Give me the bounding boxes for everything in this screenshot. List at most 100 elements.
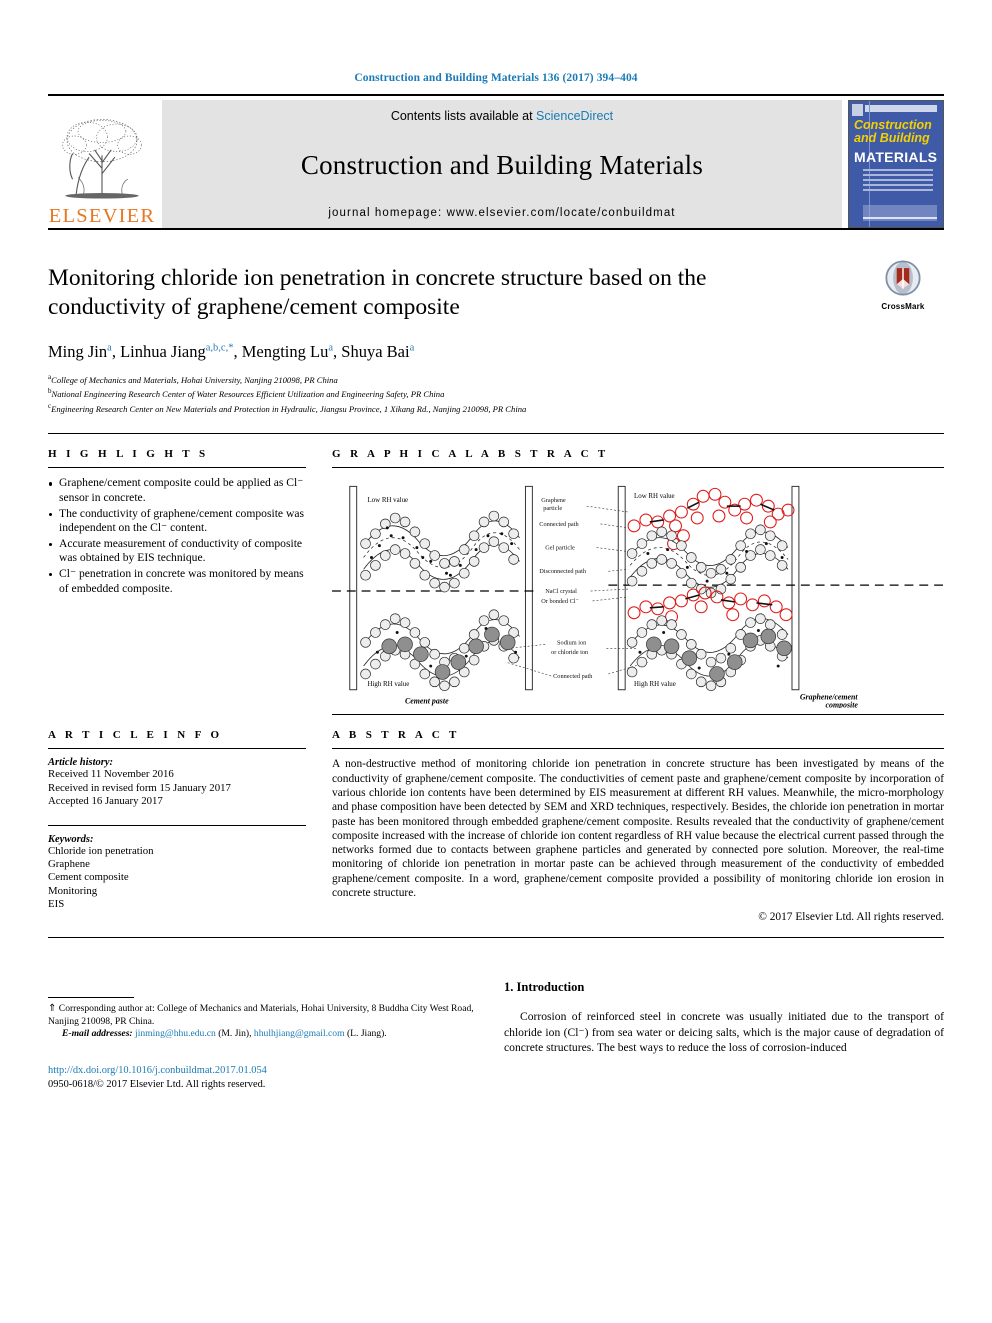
keyword-item: EIS [48,898,65,911]
keywords-label: Keywords: [48,833,94,845]
affiliation-item: aCollege of Mechanics and Materials, Hoh… [48,372,944,386]
keyword-item: Graphene [48,857,90,870]
graphical-abstract-diagram: Low RH value High RH value Cement paste … [332,486,944,708]
sciencedirect-link[interactable]: ScienceDirect [536,109,613,123]
introduction-column: 1. Introduction Corrosion of reinforced … [504,938,944,1118]
abstract-column: A B S T R A C T A non-destructive method… [332,715,944,923]
ga-right-top-cluster: Low RH value [626,488,795,599]
author-item: Shuya Baia [341,342,414,361]
ga-label-high-rh-left: High RH value [368,681,410,688]
article-info-column: A R T I C L E I N F O Article history: R… [48,715,306,923]
crossmark-badge-group[interactable]: CrossMark [862,260,944,311]
abstract-body: A non-destructive method of monitoring c… [332,757,944,923]
author-affil-marker: a,b,c,* [205,342,234,354]
ga-label-low-rh-left: Low RH value [368,498,409,505]
paper-page: Construction and Building Materials 136 … [0,0,992,1323]
journal-homepage[interactable]: journal homepage: www.elsevier.com/locat… [328,207,675,219]
author-affil-marker: a [328,342,334,354]
highlights-heading: H I G H L I G H T S [48,448,209,461]
elsevier-logo: ELSEVIER [48,100,156,228]
running-head: Construction and Building Materials 136 … [354,72,638,84]
abstract-copyright: © 2017 Elsevier Ltd. All rights reserved… [758,911,944,924]
graphical-abstract-heading: G R A P H I C A L A B S T R A C T [332,448,609,461]
article-history-item: Received 11 November 2016 [48,768,174,781]
page-title: Monitoring chloride ion penetration in c… [48,265,707,320]
email-person-1: (M. Jin), [215,1027,254,1039]
article-history-label: Article history: [48,757,114,769]
contents-line: Contents lists available at ScienceDirec… [391,109,613,123]
crossmark-label: CrossMark [881,302,925,311]
cover-footer-rule [863,217,937,219]
ga-caption-right-2: composite [826,701,859,708]
crossmark-icon[interactable] [885,260,921,296]
cover-blurb-lines [863,169,933,199]
svg-text:NaCl crystal: NaCl crystal [545,588,577,595]
abstract-text: A non-destructive method of monitoring c… [332,758,944,900]
svg-text:Sodium ion: Sodium ion [557,640,587,647]
ga-legend-group: Graphene particle Connected path Gel par… [539,498,593,681]
email-note: E-mail addresses: jinming@hhu.edu.cn (M.… [48,1028,478,1040]
author-name: Linhua Jiang [120,342,206,361]
author-name: Mengting Lu [241,342,329,361]
footnote-block: ⇑ Corresponding author at: College of Me… [48,997,478,1090]
keyword-item: Monitoring [48,884,98,897]
bottom-columns: ⇑ Corresponding author at: College of Me… [48,938,944,1118]
email-addresses-label: E-mail addresses: [62,1027,133,1039]
masthead-bottom-rule [48,228,944,230]
author-list: Ming Jina, Linhua Jianga,b,c,*, Mengting… [48,342,415,361]
elsevier-wordmark: ELSEVIER [48,204,156,227]
article-history-item: Accepted 16 January 2017 [48,795,163,808]
cover-title-line1: Construction and Building [854,119,940,145]
cover-corner-mark [852,104,863,116]
keywords-rule [48,824,306,826]
title-block: Monitoring chloride ion penetration in c… [48,260,944,415]
author-name: Shuya Bai [341,342,410,361]
svg-text:Disconnected path: Disconnected path [539,569,587,576]
doi-block: http://dx.doi.org/10.1016/j.conbuildmat.… [48,1060,478,1090]
introduction-body: Corrosion of reinforced steel in concret… [504,1009,944,1055]
corresponding-author-text: Corresponding author at: College of Mech… [48,1003,474,1027]
footnote-column: ⇑ Corresponding author at: College of Me… [48,938,478,1118]
author-item: Mengting Lua [242,342,333,361]
highlights-ga-columns: H I G H L I G H T S Graphene/cement comp… [48,434,944,716]
svg-text:Connected path: Connected path [539,521,579,528]
list-item: The conductivity of graphene/cement comp… [48,507,306,536]
cover-line2: and Building [854,131,930,145]
list-item: Cl⁻ penetration in concrete was monitore… [48,567,306,596]
keyword-item: Cement composite [48,871,129,884]
author-item: Linhua Jianga,b,c,* [120,342,233,361]
affiliation-list: aCollege of Mechanics and Materials, Hoh… [48,372,944,415]
affiliation-text: Engineering Research Center on New Mater… [51,403,527,414]
list-item: Graphene/cement composite could be appli… [48,476,306,505]
corresponding-author-note: ⇑ Corresponding author at: College of Me… [48,1003,478,1028]
abstract-rule [332,748,944,750]
cover-title-line3: MATERIALS [854,149,938,165]
cover-topbar [865,105,937,112]
author-name: Ming Jin [48,342,108,361]
email-person-2: (L. Jiang). [344,1027,387,1039]
contents-prefix: Contents lists available at [390,109,537,123]
highlights-column: H I G H L I G H T S Graphene/cement comp… [48,434,306,715]
masthead-top-rule [48,94,944,96]
abstract-heading: A B S T R A C T [332,729,460,742]
article-history-item: Received in revised form 15 January 2017 [48,781,231,794]
ga-right-bottom-cluster: High RH value [626,586,793,692]
svg-text:or chloride ion: or chloride ion [551,650,589,657]
footnote-rule [48,997,134,999]
doi-link[interactable]: http://dx.doi.org/10.1016/j.conbuildmat.… [48,1065,267,1076]
affiliation-text: National Engineering Research Center of … [51,389,445,400]
graphical-abstract-column: G R A P H I C A L A B S T R A C T Low RH… [332,434,944,716]
keyword-item: Chloride ion penetration [48,844,154,857]
masthead: ELSEVIER Contents lists available at Sci… [48,94,944,230]
article-info-rule [48,748,306,750]
introduction-heading: 1. Introduction [504,980,585,995]
ga-label-high-rh-right: High RH value [634,681,676,688]
email-link-1[interactable]: jinming@hhu.edu.cn [135,1028,216,1039]
introduction-paragraph: Corrosion of reinforced steel in concret… [504,1010,944,1054]
svg-text:Gel particle: Gel particle [545,545,575,552]
ga-left-top-cluster: Low RH value [360,498,520,593]
article-info-heading: A R T I C L E I N F O [48,729,223,742]
email-link-2[interactable]: hhulhjiang@gmail.com [254,1028,345,1039]
affiliation-text: College of Mechanics and Materials, Hoha… [51,374,338,385]
svg-text:Connected path: Connected path [553,673,593,680]
